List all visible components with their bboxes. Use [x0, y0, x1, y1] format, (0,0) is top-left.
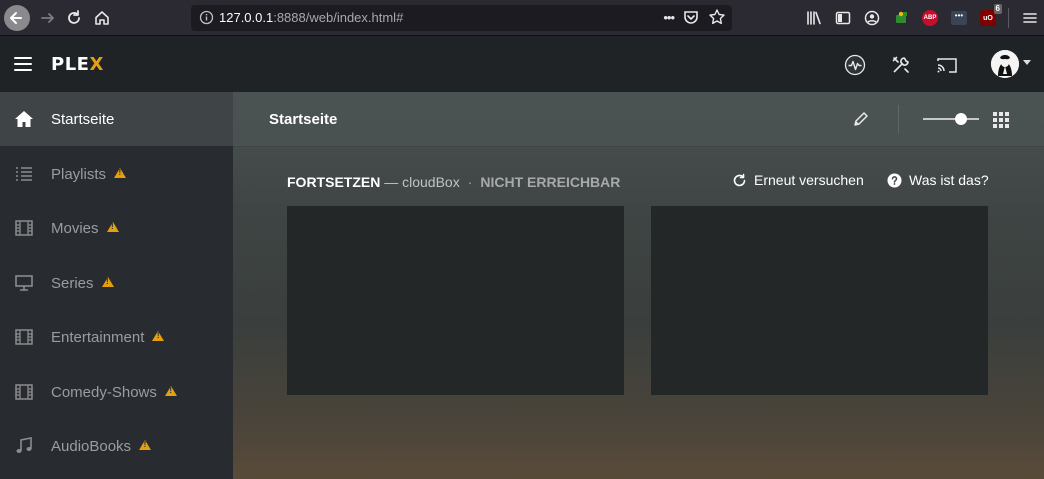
retry-label: Erneut versuchen — [754, 172, 864, 188]
toolbar-separator — [1008, 8, 1009, 28]
sidebar-item-playlists[interactable]: Playlists — [0, 147, 233, 201]
forward-button[interactable] — [34, 4, 62, 32]
page-actions-icon[interactable]: ••• — [663, 10, 675, 25]
url-bar[interactable]: 127.0.0.1:8888/web/index.html# ••• — [191, 5, 732, 31]
browser-toolbar: 127.0.0.1:8888/web/index.html# ••• ABP •… — [0, 0, 1044, 36]
cast-icon[interactable] — [935, 53, 959, 77]
grid-icon[interactable] — [993, 112, 1009, 133]
film-icon — [14, 382, 34, 402]
warning-icon — [152, 330, 165, 341]
sidebar-item-label: Movies — [51, 219, 99, 237]
what-is-this-label: Was ist das? — [909, 172, 989, 188]
main-content: Startseite FORTSETZEN — cloudBox · NICHT E… — [233, 92, 1044, 479]
info-icon[interactable] — [199, 10, 214, 30]
film-icon — [14, 327, 34, 347]
section-status: NICHT ERREICHBAR — [480, 174, 621, 190]
retry-icon — [732, 173, 747, 188]
size-slider[interactable] — [923, 111, 979, 127]
list-icon — [14, 164, 34, 184]
sidebar-item-label: AudioBooks — [51, 437, 132, 455]
section-title-label: FORTSETZEN — [287, 174, 381, 190]
plex-logo[interactable]: PLEX — [51, 54, 104, 75]
star-icon[interactable] — [708, 8, 726, 26]
user-avatar-icon — [991, 50, 1019, 78]
hamburger-menu-icon[interactable] — [1016, 4, 1044, 32]
abp-label: ABP — [922, 10, 938, 26]
warning-icon — [114, 167, 127, 178]
sidebar-item-label: Series — [51, 274, 94, 292]
music-note-icon — [14, 436, 34, 456]
logo-text: PLE — [51, 54, 90, 75]
tools-icon[interactable] — [889, 53, 913, 77]
sidebar-toggle-icon[interactable] — [829, 4, 857, 32]
logo-x: X — [89, 54, 104, 75]
extension-puzzle-icon[interactable] — [887, 4, 915, 32]
sidebar-item-label: Comedy-Shows — [51, 383, 157, 401]
sidebar-item-series[interactable]: Series — [0, 256, 233, 310]
home-icon — [14, 109, 34, 129]
ublock-label: uO — [983, 14, 993, 22]
plex-header: PLEX — [0, 37, 1044, 92]
chevron-down-icon[interactable] — [1023, 60, 1031, 65]
account-icon[interactable] — [858, 4, 886, 32]
slider-track — [923, 118, 979, 120]
pencil-icon[interactable] — [852, 110, 870, 133]
url-path: :8888/web/index.html# — [273, 10, 404, 25]
slider-thumb[interactable] — [955, 113, 967, 125]
placeholder-card[interactable] — [651, 206, 988, 395]
what-is-this-button[interactable]: Was ist das? — [887, 172, 989, 188]
menu-icon[interactable] — [14, 56, 32, 77]
adblock-plus-icon[interactable]: ABP — [916, 4, 944, 32]
back-button[interactable] — [4, 5, 30, 31]
section-separator: · — [467, 174, 473, 190]
activity-icon[interactable] — [843, 53, 867, 77]
pocket-icon[interactable] — [682, 8, 700, 26]
sidebar: Startseite Playlists Movies Series Enter… — [0, 92, 233, 479]
reload-icon — [68, 10, 80, 24]
sidebar-item-label: Startseite — [51, 110, 115, 128]
sidebar-item-movies[interactable]: Movies — [0, 201, 233, 255]
sidebar-item-audiobooks[interactable]: AudioBooks — [0, 419, 233, 473]
retry-button[interactable]: Erneut versuchen — [732, 172, 864, 188]
extension-dots-label: ••• — [951, 11, 967, 25]
monitor-icon — [14, 273, 34, 293]
library-icon[interactable] — [800, 4, 828, 32]
url-host: 127.0.0.1 — [219, 10, 274, 25]
warning-icon — [164, 385, 177, 396]
sidebar-item-startseite[interactable]: Startseite — [0, 92, 233, 146]
placeholder-card[interactable] — [287, 206, 624, 395]
sidebar-item-comedy-shows[interactable]: Comedy-Shows — [0, 365, 233, 419]
ublock-icon[interactable]: uO 6 — [974, 4, 1002, 32]
url-actions: ••• — [663, 8, 726, 26]
section-title[interactable]: FORTSETZEN — cloudBox · NICHT ERREICHBAR — [287, 174, 620, 190]
reload-button[interactable] — [60, 4, 88, 32]
ublock-badge: 6 — [993, 4, 1002, 14]
warning-icon — [139, 439, 152, 450]
warning-icon — [106, 221, 119, 232]
extension-dots-icon[interactable]: ••• — [945, 4, 973, 32]
url-text[interactable]: 127.0.0.1:8888/web/index.html# — [219, 10, 403, 25]
question-circle-icon — [887, 173, 902, 188]
avatar[interactable] — [991, 50, 1019, 78]
arrow-right-icon — [41, 13, 54, 23]
home-outline-icon — [95, 11, 109, 25]
toolbar-icons: ABP ••• uO 6 — [799, 4, 1044, 32]
sidebar-item-label: Playlists — [51, 165, 107, 183]
sidebar-item-label: Entertainment — [51, 328, 145, 346]
section-server: — cloudBox — [384, 174, 460, 190]
warning-icon — [101, 276, 114, 287]
header-divider — [898, 105, 899, 133]
main-header: Startseite — [233, 92, 1044, 147]
film-icon — [14, 218, 34, 238]
home-button[interactable] — [88, 4, 116, 32]
page-title: Startseite — [269, 111, 338, 128]
sidebar-item-entertainment[interactable]: Entertainment — [0, 310, 233, 364]
arrow-left-icon — [10, 12, 22, 24]
